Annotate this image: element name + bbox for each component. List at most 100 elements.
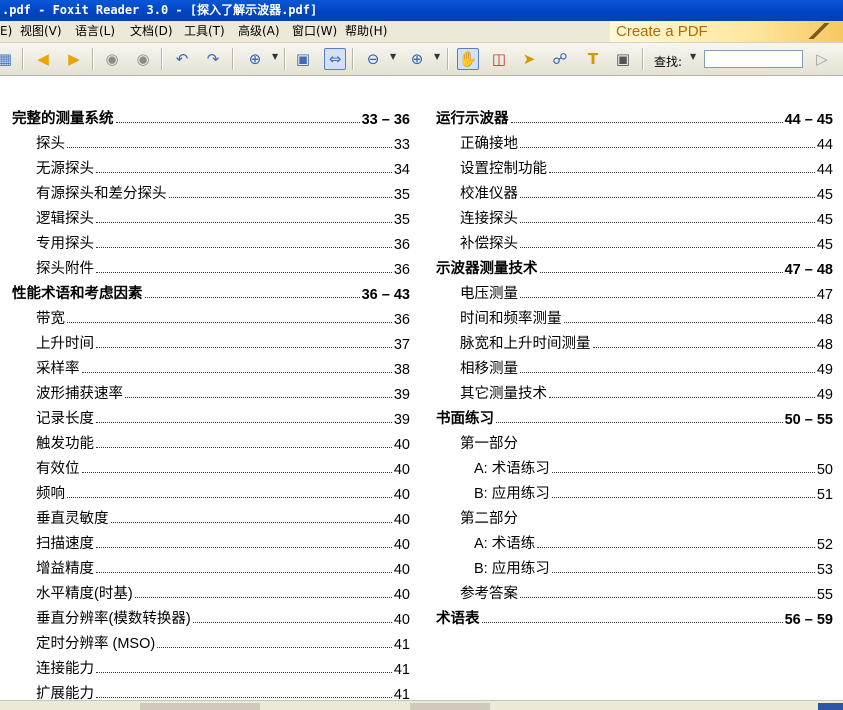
toc-entry[interactable]: 扩展能力 41 (36, 681, 410, 700)
toc-entry[interactable]: 增益精度 40 (36, 556, 410, 578)
toc-entry[interactable]: 探头 33 (36, 131, 410, 153)
back-icon[interactable]: ◉ (101, 48, 123, 70)
toc-entry-title: 示波器测量技术 (436, 261, 538, 277)
toc-entry[interactable]: 连接能力 41 (36, 656, 410, 678)
toc-entry-page: 38 (393, 362, 410, 378)
toc-entry[interactable]: 校准仪器 45 (460, 181, 833, 203)
menu-edit[interactable]: E) (0, 21, 12, 42)
create-pdf-banner[interactable]: Create a PDF (610, 21, 843, 42)
toc-section[interactable]: 示波器测量技术 47 – 48 (436, 256, 833, 278)
fit-width-icon[interactable]: ⇔ (324, 48, 346, 70)
toc-entry-title: 设置控制功能 (460, 161, 547, 177)
select-icon[interactable]: ➤ (518, 48, 540, 70)
toc-section[interactable]: 运行示波器 44 – 45 (436, 106, 833, 128)
toc-entry[interactable]: 连接探头 45 (460, 206, 833, 228)
toc-entry[interactable]: 水平精度(时基) 40 (36, 581, 410, 603)
hand-tool-icon[interactable]: ✋ (457, 48, 479, 70)
toc-entry[interactable]: 扫描速度 40 (36, 531, 410, 553)
toc-entry[interactable]: 第二部分 (460, 506, 833, 528)
toc-section[interactable]: 性能术语和考虑因素 36 – 43 (12, 281, 410, 303)
menu-tools[interactable]: 工具(T) (184, 21, 225, 42)
toc-entry-title: 相移测量 (460, 361, 518, 377)
fit-page-icon[interactable]: ▣ (292, 48, 314, 70)
text-select-icon[interactable]: T (582, 48, 604, 70)
toc-entry-page: 45 (816, 212, 833, 228)
toc-entry-page: 40 (393, 537, 410, 553)
toc-entry[interactable]: 时间和频率测量 48 (460, 306, 833, 328)
toc-entry[interactable]: 垂直分辨率(模数转换器) 40 (36, 606, 410, 628)
toc-entry[interactable]: 其它测量技术 49 (460, 381, 833, 403)
forward-icon[interactable]: ◉ (132, 48, 154, 70)
zoom-out-icon[interactable]: ⊖ (362, 48, 384, 70)
window-title: .pdf - Foxit Reader 3.0 - [探入了解示波器.pdf] (2, 3, 318, 17)
toc-section[interactable]: 完整的测量系统 33 – 36 (12, 106, 410, 128)
chevron-down-icon[interactable]: ▼ (390, 52, 396, 61)
toc-entry[interactable]: 定时分辨率 (MSO) 41 (36, 631, 410, 653)
menu-window[interactable]: 窗口(W) (292, 21, 337, 42)
toc-entry-title: B: 应用练习 (474, 486, 550, 502)
menu-advanced[interactable]: 高级(A) (238, 21, 280, 42)
toc-entry[interactable]: 第一部分 (460, 431, 833, 453)
toc-entry-page: 52 (816, 537, 833, 553)
find-input[interactable] (704, 50, 803, 68)
toc-entry[interactable]: 相移测量 49 (460, 356, 833, 378)
toc-entry[interactable]: 补偿探头 45 (460, 231, 833, 253)
snapshot-icon[interactable]: ◫ (488, 48, 510, 70)
toc-entry[interactable]: 设置控制功能 44 (460, 156, 833, 178)
menu-help[interactable]: 帮助(H) (345, 21, 387, 42)
toc-entry[interactable]: 脉宽和上升时间测量 48 (460, 331, 833, 353)
toc-entry[interactable]: 带宽 36 (36, 306, 410, 328)
chevron-down-icon[interactable]: ▼ (434, 52, 440, 61)
toc-entry[interactable]: 探头附件 36 (36, 256, 410, 278)
chevron-down-icon[interactable]: ▼ (272, 52, 278, 61)
find-next-icon[interactable]: ▷ (811, 48, 833, 70)
toc-entry[interactable]: 逻辑探头 35 (36, 206, 410, 228)
toc-entry[interactable]: 波形捕获速率 39 (36, 381, 410, 403)
toc-entry[interactable]: 频响 40 (36, 481, 410, 503)
toc-entry-title: 第一部分 (460, 436, 518, 452)
toc-entry[interactable]: 参考答案 55 (460, 581, 833, 603)
toc-entry[interactable]: B: 应用练习 51 (474, 481, 833, 503)
toc-entry-title: 性能术语和考虑因素 (12, 286, 143, 302)
toc-entry-title: B: 应用练习 (474, 561, 550, 577)
zoom-in-icon[interactable]: ⊕ (244, 48, 266, 70)
find-binoculars-icon[interactable]: ☍ (549, 48, 571, 70)
toc-entry-page: 40 (393, 487, 410, 503)
rotate-right-icon[interactable]: ↷ (202, 48, 224, 70)
toc-entry[interactable]: 正确接地 44 (460, 131, 833, 153)
toc-entry[interactable]: 触发功能 40 (36, 431, 410, 453)
dot-leader (96, 422, 392, 423)
dot-leader (192, 622, 392, 623)
menu-view[interactable]: 视图(V) (20, 21, 62, 42)
toc-entry-title: 定时分辨率 (MSO) (36, 636, 156, 652)
toc-entry[interactable]: 有效位 40 (36, 456, 410, 478)
toc-entry[interactable]: 记录长度 39 (36, 406, 410, 428)
toc-entry-title: 补偿探头 (460, 236, 518, 252)
toc-entry[interactable]: 上升时间 37 (36, 331, 410, 353)
document-view[interactable]: 完整的测量系统 33 – 36 探头 33 无源探头 34 有源探头和差分探头 35 逻辑探头 3… (0, 76, 843, 700)
toc-entry-page: 45 (816, 187, 833, 203)
toc-entry[interactable]: 垂直灵敏度 40 (36, 506, 410, 528)
toc-entry[interactable]: 电压测量 47 (460, 281, 833, 303)
toc-entry[interactable]: 采样率 38 (36, 356, 410, 378)
toc-entry-title: 增益精度 (36, 561, 94, 577)
prev-page-icon[interactable]: ◀ (32, 48, 54, 70)
toc-section[interactable]: 书面练习 50 – 55 (436, 406, 833, 428)
toc-entry[interactable]: A: 术语练 52 (474, 531, 833, 553)
chevron-down-icon[interactable]: ▼ (690, 52, 696, 61)
toc-entry[interactable]: B: 应用练习 53 (474, 556, 833, 578)
toc-entry-page: 37 (393, 337, 410, 353)
camera-icon[interactable]: ▣ (612, 48, 634, 70)
toc-entry[interactable]: 专用探头 36 (36, 231, 410, 253)
menu-language[interactable]: 语言(L) (75, 21, 115, 42)
rotate-left-icon[interactable]: ↶ (171, 48, 193, 70)
toc-entry[interactable]: A: 术语练习 50 (474, 456, 833, 478)
dot-leader (168, 197, 392, 198)
toc-entry[interactable]: 有源探头和差分探头 35 (36, 181, 410, 203)
next-page-icon[interactable]: ▶ (63, 48, 85, 70)
menu-document[interactable]: 文档(D) (130, 21, 173, 42)
open-icon[interactable]: ▦ (0, 48, 16, 70)
zoom-plus-icon[interactable]: ⊕ (406, 48, 428, 70)
toc-entry[interactable]: 无源探头 34 (36, 156, 410, 178)
toc-section[interactable]: 术语表 56 – 59 (436, 606, 833, 628)
